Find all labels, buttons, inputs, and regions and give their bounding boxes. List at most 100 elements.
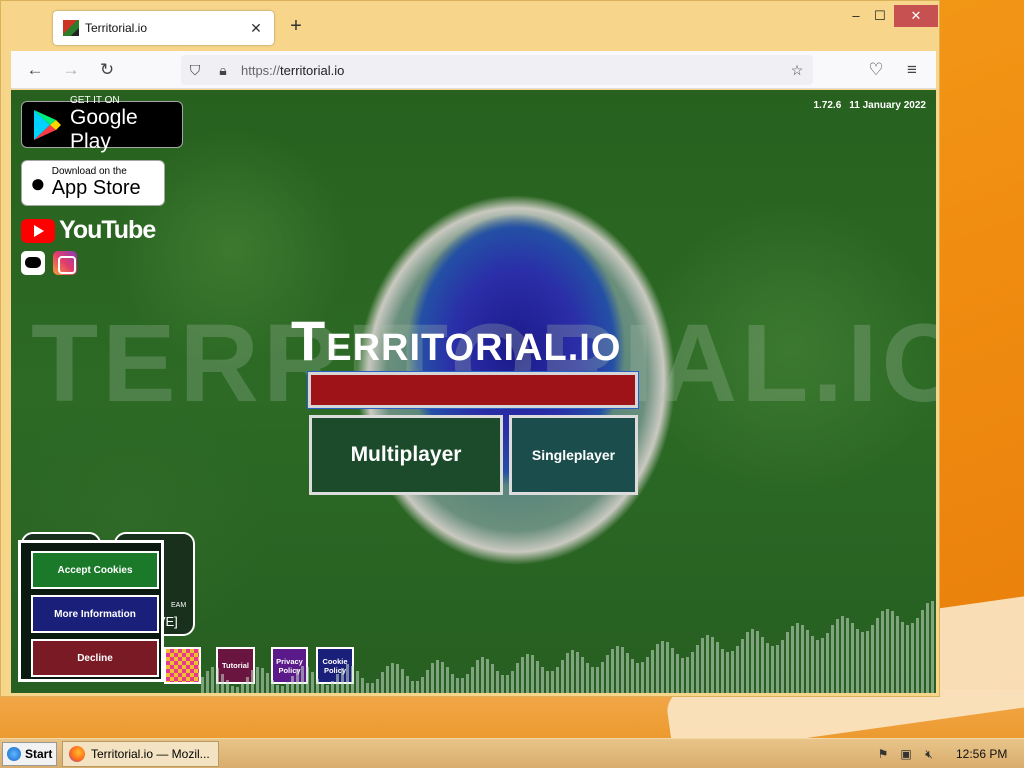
activity-bar — [576, 652, 579, 693]
network-icon[interactable]: ▣ — [899, 747, 913, 761]
activity-bar — [686, 657, 689, 693]
activity-bar — [446, 667, 449, 693]
lock-icon[interactable]: 🔒︎ — [213, 59, 233, 81]
activity-bar — [471, 667, 474, 693]
volume-muted-icon[interactable]: 🔇︎ — [922, 747, 936, 761]
youtube-icon — [21, 218, 55, 243]
singleplayer-button[interactable]: Singleplayer — [509, 415, 638, 495]
activity-bar — [591, 667, 594, 693]
tab-title: Territorial.io — [85, 21, 148, 35]
menu-hamburger-icon[interactable]: ≡ — [900, 59, 924, 81]
address-bar[interactable]: ⛉ 🔒︎ https://territorial.io ☆ — [181, 55, 813, 85]
activity-bar — [861, 632, 864, 693]
activity-bar — [231, 686, 234, 693]
activity-bar — [456, 678, 459, 693]
activity-bar — [461, 678, 464, 693]
activity-bar — [771, 646, 774, 693]
activity-bar — [511, 671, 514, 693]
version-date: 11 January 2022 — [849, 100, 926, 111]
activity-bar — [901, 622, 904, 693]
google-play-big-text: Google Play — [70, 106, 138, 153]
taskbar-firefox-item[interactable]: Territorial.io — Mozil... — [62, 741, 219, 767]
activity-bar — [211, 667, 214, 693]
activity-bar — [496, 671, 499, 693]
game-viewport[interactable]: TERRITORIAL.IO 1.72.6 11 January 2022 GET… — [11, 90, 936, 693]
instagram-icon[interactable] — [53, 251, 77, 275]
activity-bar — [551, 671, 554, 693]
activity-bar — [831, 625, 834, 693]
url-text[interactable]: https://territorial.io — [241, 63, 344, 78]
activity-bar — [326, 685, 329, 693]
new-tab-button[interactable]: + — [285, 15, 307, 38]
activity-bar — [441, 662, 444, 693]
youtube-label: YouTube — [59, 216, 156, 244]
activity-bar — [491, 664, 494, 693]
player-name-input[interactable] — [308, 372, 638, 408]
activity-bar — [216, 668, 219, 693]
activity-bar — [666, 642, 669, 693]
activity-bar — [851, 623, 854, 693]
activity-bar — [856, 629, 859, 693]
forward-arrow-icon[interactable]: → — [59, 59, 83, 81]
activity-bar — [286, 682, 289, 693]
maximize-button[interactable]: ☐ — [865, 5, 895, 27]
reload-icon[interactable]: ↻ — [95, 59, 119, 81]
youtube-link[interactable]: YouTube — [21, 216, 156, 245]
start-label: Start — [25, 747, 53, 761]
activity-bar — [701, 638, 704, 693]
game-title: TERRITORIAL.IO — [291, 308, 691, 373]
version-number: 1.72.6 — [813, 100, 842, 111]
activity-bar — [421, 677, 424, 693]
multiplayer-button[interactable]: Multiplayer — [309, 415, 503, 495]
activity-bar — [411, 681, 414, 693]
pocket-icon[interactable]: ♡ — [864, 59, 888, 81]
activity-bar — [261, 668, 264, 693]
activity-bar — [406, 676, 409, 693]
discord-icon[interactable] — [21, 251, 45, 275]
google-play-icon — [32, 109, 62, 141]
activity-bar — [366, 683, 369, 693]
territorial-favicon-icon — [63, 20, 79, 36]
firefox-icon — [69, 746, 85, 762]
activity-bar — [561, 660, 564, 693]
browser-tab[interactable]: Territorial.io ✕ — [53, 11, 274, 45]
shield-icon[interactable]: ⛉ — [185, 59, 205, 81]
activity-bar — [596, 667, 599, 693]
start-button[interactable]: Start — [2, 742, 57, 766]
activity-bar — [621, 647, 624, 693]
navigation-toolbar: ← → ↻ ⛉ 🔒︎ https://territorial.io ☆ ♡ ≡ — [11, 51, 936, 89]
app-store-big-text: App Store — [51, 177, 141, 199]
activity-bar — [581, 657, 584, 693]
activity-bar — [336, 674, 339, 693]
app-store-badge[interactable]: ● Download on the App Store — [21, 160, 165, 206]
activity-bar — [741, 639, 744, 693]
bookmark-star-icon[interactable]: ☆ — [787, 59, 807, 81]
back-arrow-icon[interactable]: ← — [23, 59, 47, 81]
activity-bar — [671, 648, 674, 693]
activity-bar — [341, 668, 344, 693]
activity-bar — [436, 660, 439, 693]
activity-bar — [751, 629, 754, 693]
tab-close-icon[interactable]: ✕ — [248, 20, 264, 37]
activity-bar — [531, 655, 534, 693]
activity-bar — [266, 673, 269, 693]
activity-bar — [486, 659, 489, 693]
activity-bar — [271, 680, 274, 693]
activity-bar — [676, 654, 679, 693]
activity-bar — [396, 664, 399, 693]
window-close-button[interactable]: ✕ — [894, 5, 938, 27]
activity-bar — [331, 681, 334, 693]
activity-bar — [201, 677, 204, 693]
activity-bar — [646, 657, 649, 693]
activity-bar — [556, 667, 559, 693]
activity-bar — [316, 679, 319, 693]
activity-bar — [391, 663, 394, 693]
url-scheme: https:// — [241, 63, 281, 78]
activity-bar — [606, 655, 609, 693]
apple-icon: ● — [30, 167, 46, 198]
activity-bar — [601, 662, 604, 693]
action-center-icon[interactable]: ⚑ — [876, 747, 890, 761]
activity-bar — [311, 672, 314, 693]
activity-bar — [896, 616, 899, 693]
google-play-badge[interactable]: GET IT ON Google Play — [21, 95, 183, 153]
